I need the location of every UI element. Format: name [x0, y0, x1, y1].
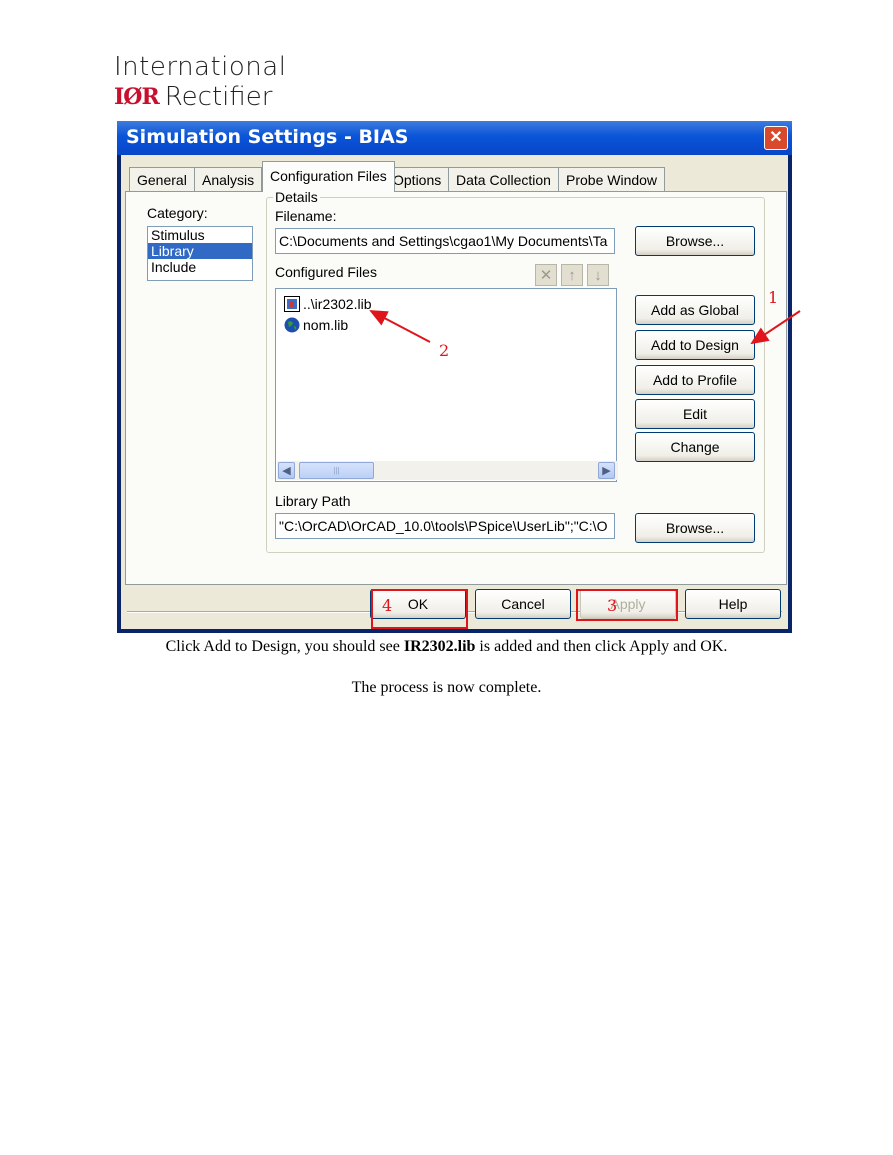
- logo-line2: Rectifier: [164, 82, 273, 112]
- edit-button[interactable]: Edit: [635, 399, 755, 429]
- move-down-icon[interactable]: ↓: [587, 264, 609, 286]
- window-title: Simulation Settings - BIAS: [126, 126, 409, 148]
- tab-panel: Category: Stimulus Library Include Detai…: [125, 189, 787, 585]
- instruction-caption: Click Add to Design, you should see IR23…: [0, 638, 893, 656]
- category-item-include[interactable]: Include: [148, 259, 252, 275]
- add-to-design-button[interactable]: Add to Design: [635, 330, 755, 360]
- configured-file-name: ..\ir2302.lib: [303, 296, 372, 312]
- annotation-number-4: 4: [382, 596, 393, 615]
- title-bar[interactable]: Simulation Settings - BIAS ✕: [117, 121, 792, 155]
- add-as-global-button[interactable]: Add as Global: [635, 295, 755, 325]
- library-file-icon: [284, 296, 300, 312]
- scroll-right-icon[interactable]: ▶: [598, 462, 615, 479]
- change-button[interactable]: Change: [635, 432, 755, 462]
- globe-icon: [284, 317, 300, 333]
- caption-text-before: Click Add to Design, you should see: [165, 638, 404, 655]
- list-item[interactable]: ..\ir2302.lib: [284, 296, 371, 312]
- category-label: Category:: [147, 205, 208, 221]
- library-path-label: Library Path: [275, 493, 351, 509]
- configured-files-label: Configured Files: [275, 264, 377, 280]
- category-item-library[interactable]: Library: [148, 243, 252, 259]
- scroll-thumb[interactable]: |||: [299, 462, 374, 479]
- delete-icon[interactable]: ✕: [535, 264, 557, 286]
- dialog-body: General Analysis Configuration Files Opt…: [121, 155, 788, 629]
- annotation-box-apply: [576, 589, 678, 621]
- browse-filename-button[interactable]: Browse...: [635, 226, 755, 256]
- horizontal-scrollbar[interactable]: ◀ ||| ▶: [277, 461, 618, 480]
- filename-label: Filename:: [275, 208, 337, 224]
- browse-library-path-button[interactable]: Browse...: [635, 513, 755, 543]
- category-list[interactable]: Stimulus Library Include: [147, 226, 253, 281]
- annotation-number-2: 2: [439, 341, 450, 360]
- tab-data-collection[interactable]: Data Collection: [448, 167, 559, 191]
- configured-file-name: nom.lib: [303, 317, 349, 333]
- tab-probe-window[interactable]: Probe Window: [558, 167, 666, 191]
- help-button[interactable]: Help: [685, 589, 781, 619]
- tab-analysis[interactable]: Analysis: [194, 167, 263, 191]
- add-to-profile-button[interactable]: Add to Profile: [635, 365, 755, 395]
- configured-files-list[interactable]: ..\ir2302.lib nom.lib ◀ ||| ▶: [275, 288, 618, 482]
- close-icon[interactable]: ✕: [764, 126, 788, 150]
- caption-text-after: is added and then click Apply and OK.: [475, 638, 728, 655]
- annotation-number-1: 1: [768, 288, 779, 307]
- library-path-field[interactable]: "C:\OrCAD\OrCAD_10.0\tools\PSpice\UserLi…: [275, 513, 615, 539]
- tab-general[interactable]: General: [129, 167, 195, 191]
- company-logo: International IØR Rectifier: [114, 52, 286, 112]
- annotation-number-3: 3: [607, 596, 618, 615]
- tab-configuration-files[interactable]: Configuration Files: [262, 161, 395, 192]
- logo-line1: International: [114, 52, 287, 82]
- move-up-icon[interactable]: ↑: [561, 264, 583, 286]
- caption-filename: IR2302.lib: [403, 638, 476, 655]
- filename-field[interactable]: C:\Documents and Settings\cgao1\My Docum…: [275, 228, 615, 254]
- scroll-left-icon[interactable]: ◀: [278, 462, 295, 479]
- completion-caption: The process is now complete.: [351, 679, 542, 696]
- category-item-stimulus[interactable]: Stimulus: [148, 227, 252, 243]
- logo-brand-mark: IØR: [114, 84, 160, 110]
- simulation-settings-dialog: Simulation Settings - BIAS ✕ General Ana…: [117, 121, 792, 633]
- list-item[interactable]: nom.lib: [284, 317, 348, 333]
- cancel-button[interactable]: Cancel: [475, 589, 571, 619]
